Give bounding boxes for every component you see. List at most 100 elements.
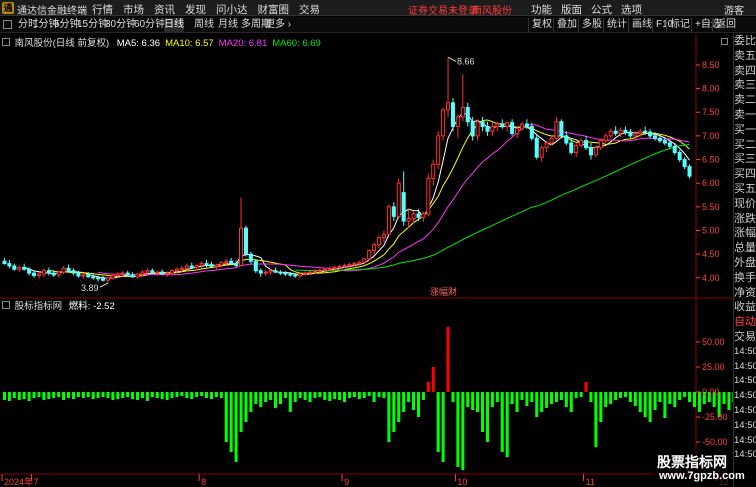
oscillator-bar <box>668 392 672 404</box>
oscillator-bar <box>170 392 174 398</box>
period-tab[interactable]: 月线 <box>218 18 238 32</box>
candle <box>66 264 71 273</box>
candle <box>475 119 480 141</box>
oscillator-bar <box>7 392 11 401</box>
sidebar-label[interactable]: 卖五 <box>734 49 756 64</box>
time-tick-label: 9 <box>344 477 349 487</box>
oscillator-bar <box>229 392 233 452</box>
candle <box>17 265 22 273</box>
top-right-item[interactable]: 选项 <box>621 2 642 17</box>
oscillator-bar <box>688 392 692 402</box>
sidebar-label[interactable]: 委比 <box>734 34 756 49</box>
candle <box>431 159 436 186</box>
candle <box>150 268 155 275</box>
sidebar-label[interactable]: 收益 <box>734 300 756 315</box>
menu-item[interactable]: 资讯 <box>154 2 175 17</box>
menu-item[interactable]: 交易 <box>299 2 320 17</box>
period-tab[interactable]: 15分钟 <box>77 18 108 32</box>
candle <box>450 98 455 132</box>
oscillator-bar <box>609 392 613 404</box>
chart-tool-button[interactable]: 多股 <box>578 18 602 32</box>
candle <box>529 122 534 141</box>
sidebar-label[interactable]: 现价 <box>734 197 756 212</box>
candle <box>539 145 544 162</box>
guest-user[interactable]: 游客 <box>724 2 744 17</box>
candle <box>559 119 564 139</box>
oscillator-bar <box>535 392 539 417</box>
period-tab[interactable]: 日线 <box>164 18 184 32</box>
oscillator-bar <box>106 392 110 398</box>
top-right-item[interactable]: 版面 <box>561 2 582 17</box>
period-toolbar: 分时 1分钟 5分钟 15分钟 30分钟 60分钟 日线 周线 月线 多周期 更多 › 复权 叠加 多股统… <box>0 17 756 33</box>
top-right-menu: 功能 版面 公式 选项 <box>531 2 642 17</box>
menu-item[interactable]: 市场 <box>123 2 144 17</box>
candle <box>648 129 653 139</box>
period-tab[interactable]: 60分钟 <box>134 18 165 32</box>
top-right-item[interactable]: 功能 <box>531 2 552 17</box>
event-label[interactable]: 涨幅财 <box>430 286 457 297</box>
login-notice[interactable]: 证券交易未登录 <box>408 2 478 17</box>
top-right-item[interactable]: 公式 <box>591 2 612 17</box>
sidebar-label[interactable]: 净资 <box>734 286 756 301</box>
sidebar-label[interactable]: 总量 <box>734 241 756 256</box>
sidebar-label[interactable]: 卖一 <box>734 108 756 123</box>
candle <box>460 74 465 122</box>
menu-item[interactable]: 行情 <box>92 2 113 17</box>
oscillator-bar <box>101 392 105 397</box>
toolbar-toggle-icon[interactable] <box>3 20 12 29</box>
chart-tool-button[interactable]: 标记 <box>666 18 690 32</box>
sidebar-label[interactable]: 买一 <box>734 123 756 138</box>
kline-chart[interactable]: 8.66 3.89 涨幅财 4.00 4.50 5.00 5.50 6.00 6.50 7.00… <box>0 34 733 487</box>
oscillator-bar <box>195 392 199 397</box>
oscillator-bar <box>362 392 366 398</box>
sidebar-label[interactable]: 买四 <box>734 167 756 182</box>
candle <box>204 259 209 268</box>
sidebar-label[interactable]: 卖三 <box>734 78 756 93</box>
chart-tool-button[interactable]: 叠加 <box>553 18 577 32</box>
sidebar-label[interactable]: 涨跌 <box>734 212 756 227</box>
sidebar-label[interactable]: 涨幅 <box>734 226 756 241</box>
sidebar-label[interactable]: 买五 <box>734 182 756 197</box>
sidebar-label[interactable]: 换手 <box>734 271 756 286</box>
candle <box>81 273 86 279</box>
sidebar-label[interactable]: 卖四 <box>734 64 756 79</box>
oscillator-bar <box>47 392 51 399</box>
menu-item[interactable]: 问小达 <box>216 2 248 17</box>
oscillator-bar <box>692 392 696 407</box>
sidebar-label[interactable]: 自动 <box>734 315 756 330</box>
candle <box>613 126 618 136</box>
candle <box>677 150 682 162</box>
period-tab[interactable]: 更多 › <box>265 18 291 32</box>
candle <box>515 126 520 139</box>
sidebar-label[interactable]: 卖二 <box>734 93 756 108</box>
chart-tool-button[interactable]: 统计 <box>603 18 627 32</box>
oscillator-bar <box>145 392 149 401</box>
oscillator-bar <box>57 392 61 397</box>
candle <box>564 131 569 146</box>
candle <box>7 259 12 269</box>
sidebar-label[interactable]: 外盘 <box>734 256 756 271</box>
period-tab[interactable]: 30分钟 <box>105 18 136 32</box>
candle <box>125 270 130 276</box>
sidebar-label[interactable]: 交易 <box>734 330 756 345</box>
menu-item[interactable]: 财富圈 <box>258 2 290 17</box>
quote-sidebar: 委比 卖五 卖四 卖三 卖二 卖一 买一 买二 买三 买四 买五 现价 涨跌 涨幅 总量 外盘 换手 净资 收益 自动… <box>733 34 756 487</box>
candle <box>32 270 37 278</box>
period-tab[interactable]: 周线 <box>194 18 214 32</box>
candle <box>623 126 628 135</box>
oscillator-bar <box>136 392 140 400</box>
chart-tool-button[interactable]: 返回 <box>712 18 736 32</box>
candle <box>574 142 579 158</box>
oscillator-bar <box>441 392 445 462</box>
period-tab[interactable]: 5分钟 <box>54 18 80 32</box>
oscillator-bar <box>569 392 573 412</box>
chart-tool-button[interactable]: 画线 <box>628 18 652 32</box>
candle <box>579 138 584 148</box>
menu-item[interactable]: 发现 <box>185 2 206 17</box>
oscillator-bar <box>269 392 273 400</box>
oscillator-bar <box>160 392 164 399</box>
chart-tool-button[interactable]: 复权 <box>528 18 552 32</box>
sidebar-label[interactable]: 买二 <box>734 138 756 153</box>
sidebar-time: 14:50 <box>734 449 756 461</box>
sidebar-label[interactable]: 买三 <box>734 152 756 167</box>
